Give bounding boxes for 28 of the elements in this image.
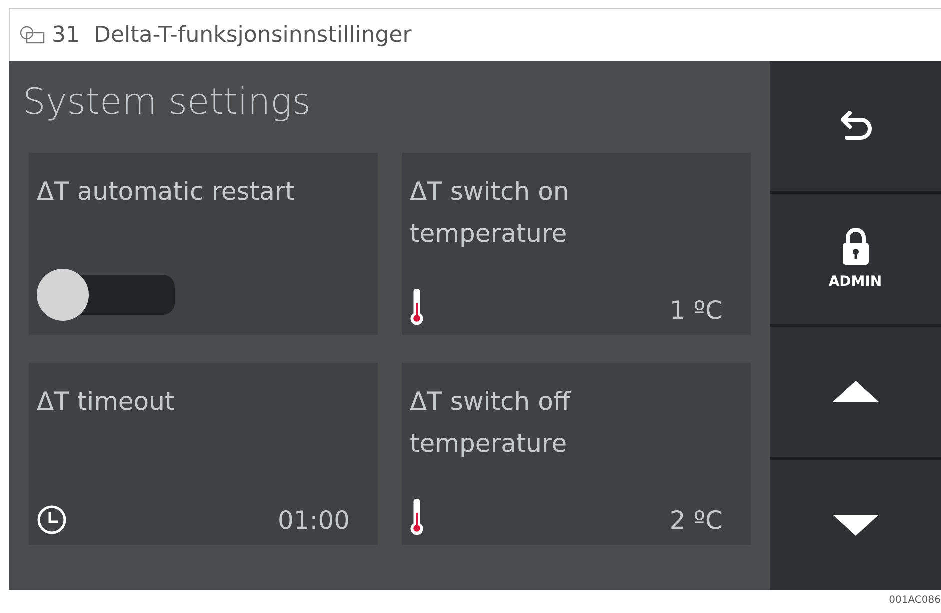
figure-icon xyxy=(20,26,46,44)
thermometer-icon xyxy=(410,499,424,535)
toggle-switch[interactable] xyxy=(37,269,175,321)
value-text: 01:00 xyxy=(278,506,350,535)
setting-label: ΔT automatic restart xyxy=(37,176,296,208)
setting-label: ΔT timeout xyxy=(37,386,176,418)
lock-icon xyxy=(842,228,870,266)
lock-button[interactable]: ADMIN xyxy=(770,191,941,324)
value-text: 1 ºC xyxy=(670,296,723,325)
setting-card[interactable]: ΔT timeout 01:00 xyxy=(29,363,378,545)
value-text: 2 ºC xyxy=(670,506,723,535)
up-arrow-icon xyxy=(830,380,880,404)
thermometer-icon xyxy=(410,289,424,325)
scroll-down-button[interactable] xyxy=(770,457,941,590)
clock-icon xyxy=(37,505,67,535)
setting-label: ΔT switch on temperature xyxy=(410,176,570,250)
figure-caption: Delta-T-funksjonsinnstillinger xyxy=(94,22,412,48)
figure-number: 31 xyxy=(52,22,80,48)
scroll-up-button[interactable] xyxy=(770,324,941,457)
setting-card[interactable]: ΔT switch on temperature 1 ºC xyxy=(402,153,751,335)
down-arrow-icon xyxy=(830,513,880,537)
setting-label: ΔT switch off temperature xyxy=(410,386,572,460)
screen-title: System settings xyxy=(23,81,312,125)
setting-card[interactable]: ΔT switch off temperature 2 ºC xyxy=(402,363,751,545)
setting-card[interactable]: ΔT automatic restart xyxy=(29,153,378,335)
figure-code: 001AC086 xyxy=(889,595,941,606)
back-icon xyxy=(838,111,872,141)
admin-label: ADMIN xyxy=(828,274,882,290)
